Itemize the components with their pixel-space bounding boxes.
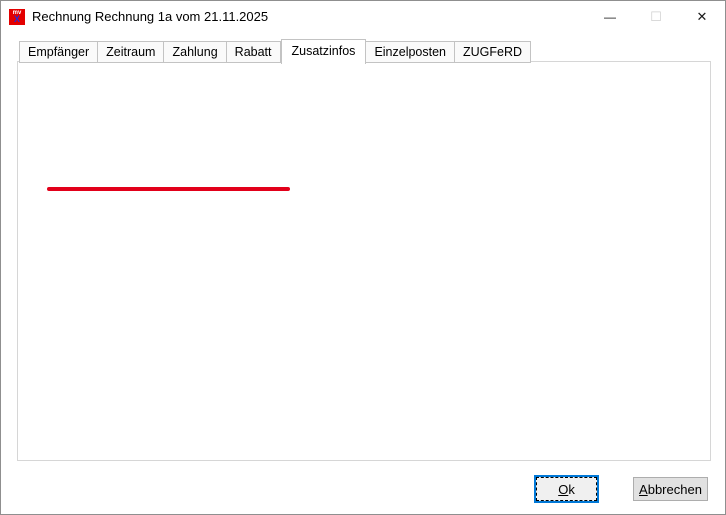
minimize-icon: — <box>604 10 616 24</box>
cancel-button-label: Abbrechen <box>639 482 702 497</box>
tab-zugferd[interactable]: ZUGFeRD <box>455 41 531 63</box>
close-icon: ✕ <box>697 9 708 25</box>
app-icon-text-bottom: X <box>14 15 20 24</box>
tab-zahlung[interactable]: Zahlung <box>164 41 226 63</box>
tab-zusatzinfos[interactable]: Zusatzinfos <box>281 39 367 64</box>
ok-button[interactable]: Ok <box>534 475 599 503</box>
window-title: Rechnung Rechnung 1a vom 21.11.2025 <box>32 9 268 24</box>
maximize-icon: ☐ <box>650 9 662 25</box>
tab-empfaenger[interactable]: Empfänger <box>19 41 98 63</box>
app-icon: mv X <box>9 9 25 25</box>
title-bar: mv X Rechnung Rechnung 1a vom 21.11.2025… <box>1 1 725 32</box>
tab-bar: Empfänger Zeitraum Zahlung Rabatt Zusatz… <box>19 39 531 63</box>
ok-button-label: Ok <box>558 482 575 497</box>
tab-panel <box>17 61 711 461</box>
close-button[interactable]: ✕ <box>679 1 725 32</box>
tab-zeitraum[interactable]: Zeitraum <box>98 41 164 63</box>
ok-button-focus-ring: Ok <box>536 477 597 501</box>
dialog-window: mv X Rechnung Rechnung 1a vom 21.11.2025… <box>0 0 726 515</box>
red-annotation-underline <box>47 187 290 191</box>
tab-einzelposten[interactable]: Einzelposten <box>366 41 455 63</box>
window-controls: — ☐ ✕ <box>587 1 725 32</box>
maximize-button: ☐ <box>633 1 679 32</box>
minimize-button[interactable]: — <box>587 1 633 32</box>
tab-rabatt[interactable]: Rabatt <box>227 41 281 63</box>
cancel-button[interactable]: Abbrechen <box>633 477 708 501</box>
